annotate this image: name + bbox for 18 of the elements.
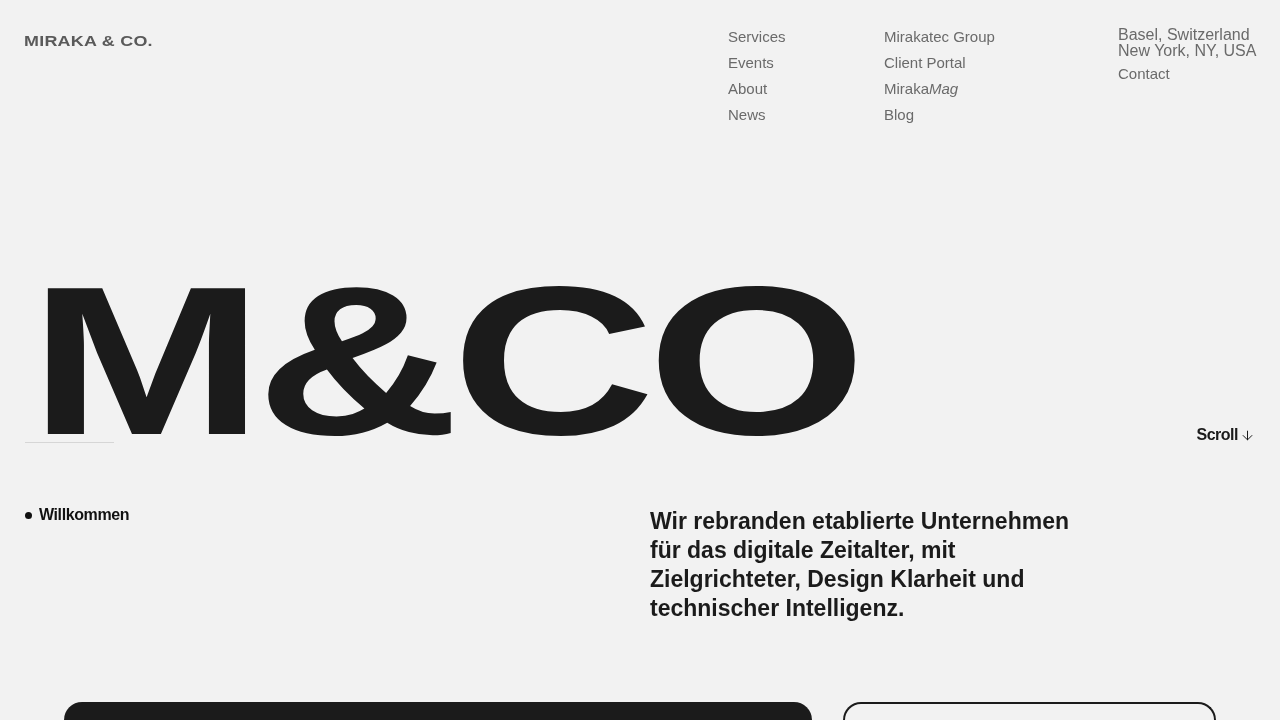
- section-label: Willkommen: [39, 505, 130, 525]
- bullet-icon: [25, 511, 32, 519]
- nav-link[interactable]: Mirakatec Group: [884, 27, 995, 47]
- nav-link[interactable]: Services: [728, 27, 786, 47]
- nav-link[interactable]: About: [728, 79, 768, 99]
- nav-link[interactable]: Events: [728, 53, 774, 73]
- intro-statement: Wir rebranden etablierte Unternehmen für das digitale Zeitalter, mit Zielgrichteter, Design Klarheit und technischer Intelligenz.: [650, 507, 1070, 623]
- nav-link[interactable]: MirakaMag: [884, 79, 959, 99]
- location-text: New York, NY, USA: [1118, 43, 1257, 59]
- hero-wordmark: M&CO: [29, 266, 859, 456]
- scroll-link[interactable]: Scroll: [1196, 425, 1255, 445]
- brand-logo[interactable]: MIRAKA & CO.: [24, 33, 153, 49]
- location-text: Basel, Switzerland: [1118, 27, 1250, 43]
- nav-link[interactable]: News: [728, 105, 766, 125]
- contact-link[interactable]: Contact: [1118, 64, 1170, 84]
- nav-link[interactable]: Client Portal: [884, 53, 966, 73]
- nav-link[interactable]: Blog: [884, 105, 915, 125]
- arrow-down-icon: [1240, 427, 1255, 443]
